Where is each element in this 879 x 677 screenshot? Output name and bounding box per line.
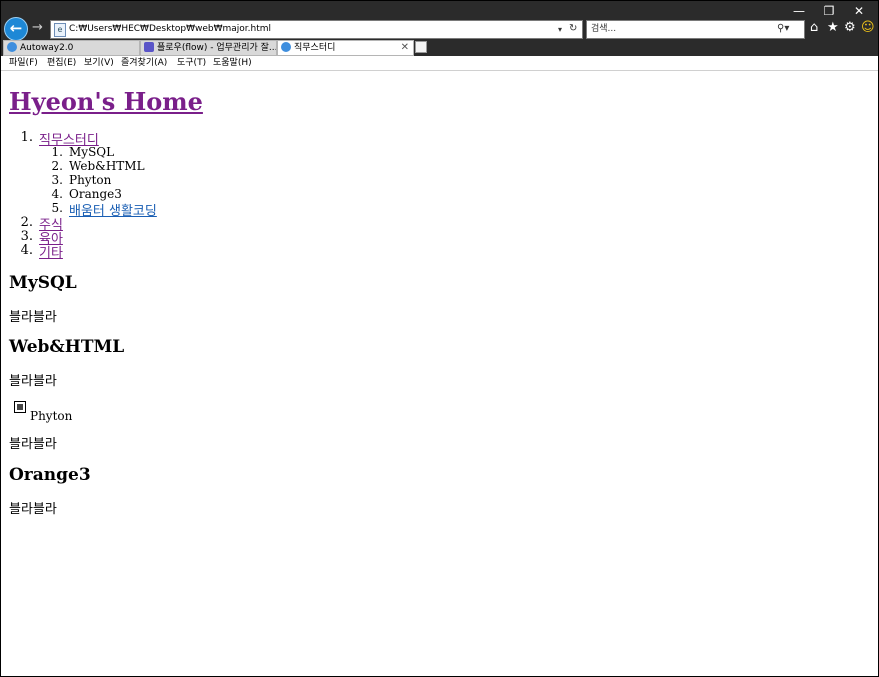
browser-chrome: — ❐ ✕ ← → e C:₩Users₩HEC₩Desktop₩web₩maj… bbox=[1, 1, 878, 56]
tab-autoway[interactable]: Autoway2.0 bbox=[3, 40, 140, 56]
tab-strip: Autoway2.0 플로우(flow) - 업무관리가 잘... 직무스터디 … bbox=[1, 40, 878, 56]
tab-label: Autoway2.0 bbox=[20, 43, 74, 53]
search-placeholder[interactable]: 검색... bbox=[591, 22, 616, 37]
list-item: Orange3 bbox=[69, 187, 122, 201]
link-saenghwalcoding[interactable]: 배움터 생활코딩 bbox=[69, 200, 157, 219]
flow-icon bbox=[144, 42, 154, 52]
page-content: Hyeon's Home 1. 직무스터디 1. MySQL 2. Web&HT… bbox=[1, 71, 878, 676]
section-heading-mysql: MySQL bbox=[9, 273, 77, 293]
menu-file[interactable]: 파일(F) bbox=[9, 56, 38, 70]
list-number: 4. bbox=[51, 187, 63, 201]
list-number: 1. bbox=[51, 145, 63, 159]
ie-icon bbox=[281, 42, 291, 52]
menu-bar: 파일(F) 편집(E) 보기(V) 즐겨찾기(A) 도구(T) 도움말(H) bbox=[1, 56, 878, 71]
search-icon[interactable]: ⚲▾ bbox=[777, 21, 789, 36]
forward-button[interactable]: → bbox=[32, 20, 43, 36]
refresh-icon[interactable]: ↻ bbox=[569, 21, 577, 36]
ie-icon bbox=[7, 42, 17, 52]
nav-link-other[interactable]: 기타 bbox=[39, 242, 63, 261]
menu-favorites[interactable]: 즐겨찾기(A) bbox=[121, 56, 167, 70]
list-number: 5. bbox=[51, 201, 63, 215]
forward-arrow-icon: → bbox=[32, 20, 43, 35]
browser-window: — ❐ ✕ ← → e C:₩Users₩HEC₩Desktop₩web₩maj… bbox=[0, 0, 879, 677]
back-arrow-icon: ← bbox=[9, 19, 23, 37]
section-heading-web-html: Web&HTML bbox=[9, 337, 125, 357]
search-box[interactable]: 검색... ⚲▾ bbox=[586, 20, 805, 39]
minimize-button[interactable]: — bbox=[784, 3, 814, 19]
menu-view[interactable]: 보기(V) bbox=[84, 56, 114, 70]
close-tab-icon[interactable]: ✕ bbox=[401, 41, 409, 55]
list-number: 3. bbox=[20, 229, 33, 244]
tab-job-study[interactable]: 직무스터디 ✕ bbox=[277, 40, 414, 56]
chevron-down-icon[interactable]: ▾ bbox=[558, 22, 562, 37]
list-number: 1. bbox=[20, 130, 33, 145]
tab-label: 직무스터디 bbox=[294, 43, 336, 53]
list-number: 2. bbox=[20, 215, 33, 230]
section-body: 블라블라 bbox=[9, 502, 57, 517]
home-icon[interactable]: ⌂ bbox=[810, 20, 818, 36]
feedback-smiley-icon[interactable]: ☺ bbox=[861, 20, 875, 36]
section-body: 블라블라 bbox=[9, 374, 57, 389]
list-item: MySQL bbox=[69, 145, 115, 159]
gear-icon[interactable]: ⚙ bbox=[844, 20, 856, 36]
list-number: 3. bbox=[51, 173, 63, 187]
new-tab-button[interactable] bbox=[415, 41, 427, 53]
list-item: Phyton bbox=[69, 173, 112, 187]
page-icon: e bbox=[54, 23, 66, 37]
tab-label: 플로우(flow) - 업무관리가 잘... bbox=[157, 43, 277, 53]
back-button[interactable]: ← bbox=[4, 17, 28, 41]
address-bar[interactable]: e C:₩Users₩HEC₩Desktop₩web₩major.html ▾ … bbox=[50, 20, 583, 39]
list-number: 4. bbox=[20, 243, 33, 258]
list-item: Web&HTML bbox=[69, 159, 145, 173]
broken-image-icon bbox=[14, 401, 26, 413]
image-alt-text: Phyton bbox=[30, 409, 73, 423]
maximize-button[interactable]: ❐ bbox=[814, 3, 844, 19]
menu-help[interactable]: 도움말(H) bbox=[213, 56, 252, 70]
close-button[interactable]: ✕ bbox=[844, 3, 874, 19]
address-url[interactable]: C:₩Users₩HEC₩Desktop₩web₩major.html bbox=[69, 22, 271, 37]
list-number: 2. bbox=[51, 159, 63, 173]
page-title: Hyeon's Home bbox=[9, 87, 203, 116]
section-body: 블라블라 bbox=[9, 310, 57, 325]
section-heading-orange3: Orange3 bbox=[9, 465, 91, 485]
home-link[interactable]: Hyeon's Home bbox=[9, 87, 203, 116]
favorites-star-icon[interactable]: ★ bbox=[827, 20, 839, 36]
section-body: 블라블라 bbox=[9, 437, 57, 452]
menu-tools[interactable]: 도구(T) bbox=[177, 56, 206, 70]
menu-edit[interactable]: 편집(E) bbox=[47, 56, 76, 70]
tab-flow[interactable]: 플로우(flow) - 업무관리가 잘... bbox=[140, 40, 277, 56]
